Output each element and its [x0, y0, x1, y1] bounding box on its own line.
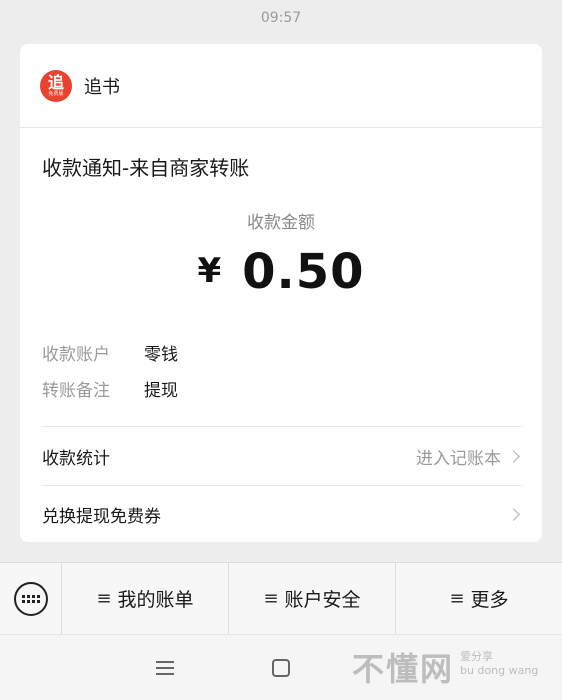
- app-logo-sub: 免费版: [48, 90, 64, 97]
- chevron-right-icon: [507, 507, 520, 521]
- detail-row-remark: 转账备注 提现: [42, 376, 178, 401]
- detail-key: 转账备注: [42, 381, 110, 401]
- menu-icon: ≡: [263, 588, 279, 609]
- stats-link-text: 进入记账本: [416, 448, 501, 469]
- chevron-right-icon: [507, 449, 520, 463]
- menu-item-more[interactable]: ≡ 更多: [395, 562, 562, 635]
- watermark-line1: 爱分享: [460, 650, 494, 663]
- watermark-subtext: 爱分享 bu dong wang: [460, 650, 538, 678]
- nav-home-icon[interactable]: [272, 659, 290, 677]
- menu-item-security[interactable]: ≡ 账户安全: [228, 562, 395, 635]
- coupon-label: 兑换提现免费券: [42, 506, 161, 527]
- card-header[interactable]: 追 免费版 追书: [20, 44, 542, 128]
- app-name: 追书: [84, 76, 120, 98]
- coupon-link[interactable]: [501, 507, 522, 521]
- menu-item-label: 更多: [470, 589, 509, 611]
- coupon-row[interactable]: 兑换提现免费券: [42, 494, 522, 534]
- notice-title: 收款通知-来自商家转账: [42, 156, 250, 180]
- stats-label: 收款统计: [42, 448, 110, 469]
- watermark-line2: bu dong wang: [460, 664, 539, 677]
- amount-label: 收款金额: [247, 213, 315, 233]
- message-timestamp: 09:57: [260, 10, 302, 26]
- amount-number: 0.50: [242, 244, 365, 300]
- watermark-logo: 不懂网 爱分享 bu dong wang: [352, 644, 538, 690]
- detail-key: 收款账户: [42, 345, 110, 365]
- app-logo-icon: 追 免费版: [40, 69, 72, 102]
- menu-item-label: 账户安全: [284, 589, 361, 611]
- divider: [42, 485, 522, 486]
- detail-value: 提现: [144, 381, 178, 401]
- nav-menu-icon[interactable]: [156, 661, 174, 679]
- menu-item-bills[interactable]: ≡ 我的账单: [62, 563, 228, 635]
- keyboard-toggle-button[interactable]: [0, 562, 62, 635]
- payment-notice-card[interactable]: 追 免费版 追书 收款通知-来自商家转账 收款金额 ¥0.50 收款账户 零钱 …: [20, 44, 542, 542]
- menu-icon: ≡: [449, 588, 465, 609]
- keyboard-icon: [13, 581, 48, 616]
- menu-icon: ≡: [96, 588, 112, 609]
- divider: [42, 426, 522, 427]
- currency-symbol: ¥: [197, 251, 223, 291]
- stats-row[interactable]: 收款统计 进入记账本: [42, 436, 522, 476]
- detail-row-account: 收款账户 零钱: [42, 340, 178, 365]
- watermark-text: 不懂网: [352, 650, 455, 688]
- menu-item-label: 我的账单: [117, 589, 194, 611]
- stats-link[interactable]: 进入记账本: [416, 444, 522, 469]
- detail-value: 零钱: [144, 345, 178, 365]
- bottom-menu-bar: ≡ 我的账单 ≡ 账户安全 ≡ 更多: [0, 562, 562, 635]
- amount-value: ¥0.50: [20, 244, 542, 300]
- app-logo-glyph: 追: [47, 72, 64, 92]
